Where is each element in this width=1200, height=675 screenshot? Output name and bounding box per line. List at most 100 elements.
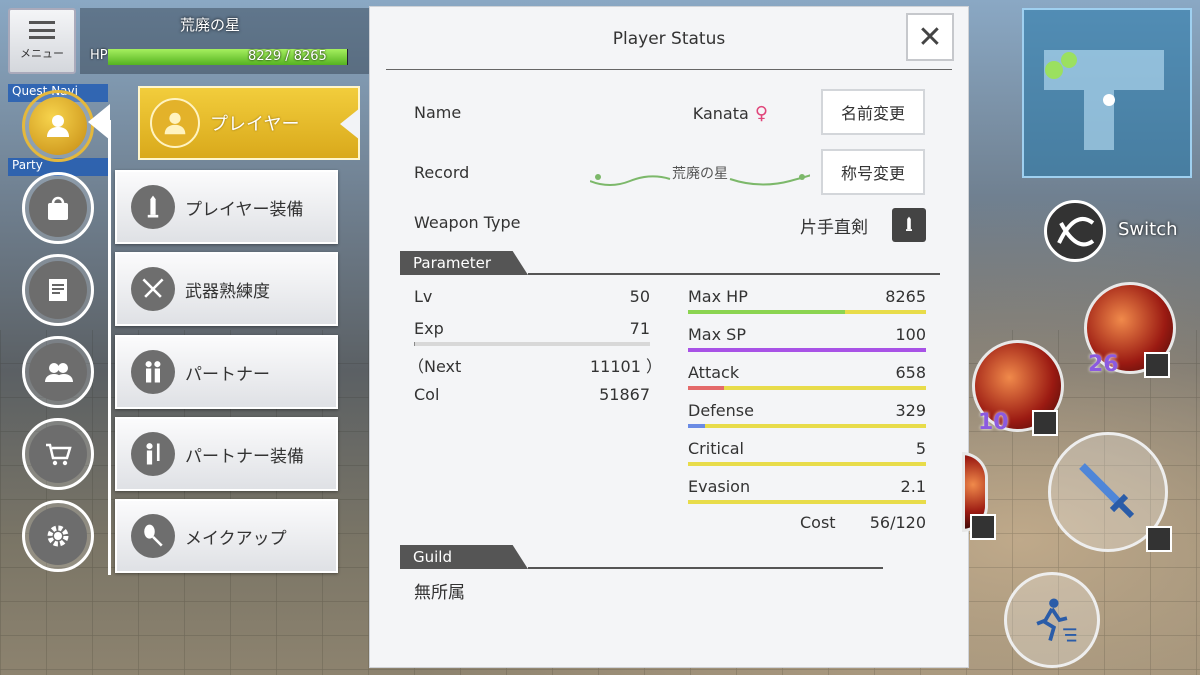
exp-label: Exp [414,319,444,338]
stat-bar [688,500,926,504]
hp-label: HP [90,48,108,63]
side-party-button[interactable] [22,336,94,408]
exp-value: 71 [629,319,650,338]
stat-value: 329 [895,401,926,420]
skill-1-count: 26 [1088,352,1119,377]
stat-value: 2.1 [900,477,926,496]
settings-gear-icon [47,525,69,547]
bag-icon [48,196,68,220]
submenu-label: 武器熟練度 [185,281,270,302]
switch-button[interactable] [1044,200,1106,262]
submenu-partner[interactable]: パートナー [115,335,338,409]
menu-label: メニュー [20,47,64,60]
submenu-weapon-proficiency[interactable]: 武器熟練度 [115,252,338,326]
switch-icon [1057,217,1095,247]
close-button[interactable]: ✕ [906,13,954,61]
side-shop-button[interactable] [22,418,94,490]
panel-title: Player Status [612,29,726,49]
player-icon [47,115,69,137]
name-label: Name [414,103,462,122]
minimap-layout [1044,50,1164,150]
guild-section-header: Guild [400,545,452,569]
col-label: Col [414,385,440,404]
menu-button[interactable]: メニュー [8,8,76,74]
menu-connector-line [108,120,111,575]
submenu-label: メイクアップ [185,528,287,549]
dash-button[interactable] [1004,572,1100,668]
side-bag-button[interactable] [22,172,94,244]
record-title-badge: 荒廃の星 [589,161,814,189]
player-silhouette-icon [164,112,186,135]
submenu-label: プレイヤー装備 [185,199,304,220]
minimap[interactable] [1022,8,1192,178]
stat-bar [688,386,926,390]
submenu-partner-equipment[interactable]: パートナー装備 [115,417,338,491]
weapon-type-value: 片手直剣 [800,218,868,238]
stat-label: Max SP [688,325,746,344]
close-icon: ✕ [917,19,943,55]
fire-badge-icon [970,514,996,540]
stat-label: Max HP [688,287,748,306]
side-settings-button[interactable] [22,500,94,572]
weapon-type-label: Weapon Type [414,213,521,232]
stat-bar [688,310,926,314]
cost-label: Cost [800,513,836,532]
stat-label: Attack [688,363,740,382]
stat-bar [688,348,926,352]
record-label: Record [414,163,470,182]
next-label: （Next [408,357,462,376]
female-icon: ♀ [754,103,768,124]
parameter-divider [528,273,940,275]
player-name-value: Kanata [692,104,749,123]
submenu-player[interactable]: プレイヤー [138,86,360,160]
sword-attack-icon [1079,463,1135,519]
stat-label: Defense [688,401,754,420]
rename-button[interactable]: 名前変更 [821,89,925,135]
stat-bar-fill [688,310,846,314]
submenu-label: パートナー装備 [185,446,304,467]
stat-label: Evasion [688,477,751,496]
one-handed-sword-icon [892,208,926,242]
stat-bar [688,424,926,428]
hp-value: 8229 / 8265 [248,49,327,64]
col-value: 51867 [599,385,650,404]
stat-bar [688,462,926,466]
shop-cart-icon [46,443,72,466]
submenu-makeup[interactable]: メイクアップ [115,499,338,573]
next-value: 11101 ） [590,357,662,376]
skill-2-count: 10 [978,410,1009,435]
party-icon [45,363,73,382]
change-title-button[interactable]: 称号変更 [821,149,925,195]
guild-head-text: Guild [413,548,452,566]
player-status-panel: Player Status ✕ Name Kanata ♀ 名前変更 Record… [369,6,969,668]
exp-bar-fill [414,342,416,346]
stat-value: 100 [895,325,926,344]
lv-label: Lv [414,287,433,306]
parameter-head-text: Parameter [413,254,492,272]
submenu-label: パートナー [185,364,270,385]
side-notes-button[interactable] [22,254,94,326]
title-divider [386,69,952,70]
submenu-player-label: プレイヤー [210,114,300,135]
stat-value: 8265 [885,287,926,306]
switch-label: Switch [1118,219,1178,240]
sword-icon [147,195,159,218]
location-title: 荒廃の星 [180,16,241,34]
stat-bar-fill [688,424,705,428]
stat-value: 658 [895,363,926,382]
partner-sword-icon [146,443,160,465]
skill-2-badge [1032,410,1058,436]
stat-bar-fill [688,348,926,352]
stat-label: Critical [688,439,744,458]
cost-value: 56/120 [869,513,926,532]
parameter-section-header: Parameter [400,251,491,275]
stat-value: 5 [915,439,926,458]
partner-icon [145,361,161,383]
exp-bar [414,342,650,346]
side-player-button[interactable] [22,90,94,162]
makeup-brush-icon [144,524,163,547]
submenu-player-equipment[interactable]: プレイヤー装備 [115,170,338,244]
notes-icon [49,279,67,301]
stat-bar-fill [688,386,724,390]
submenu-pointer [88,104,110,140]
